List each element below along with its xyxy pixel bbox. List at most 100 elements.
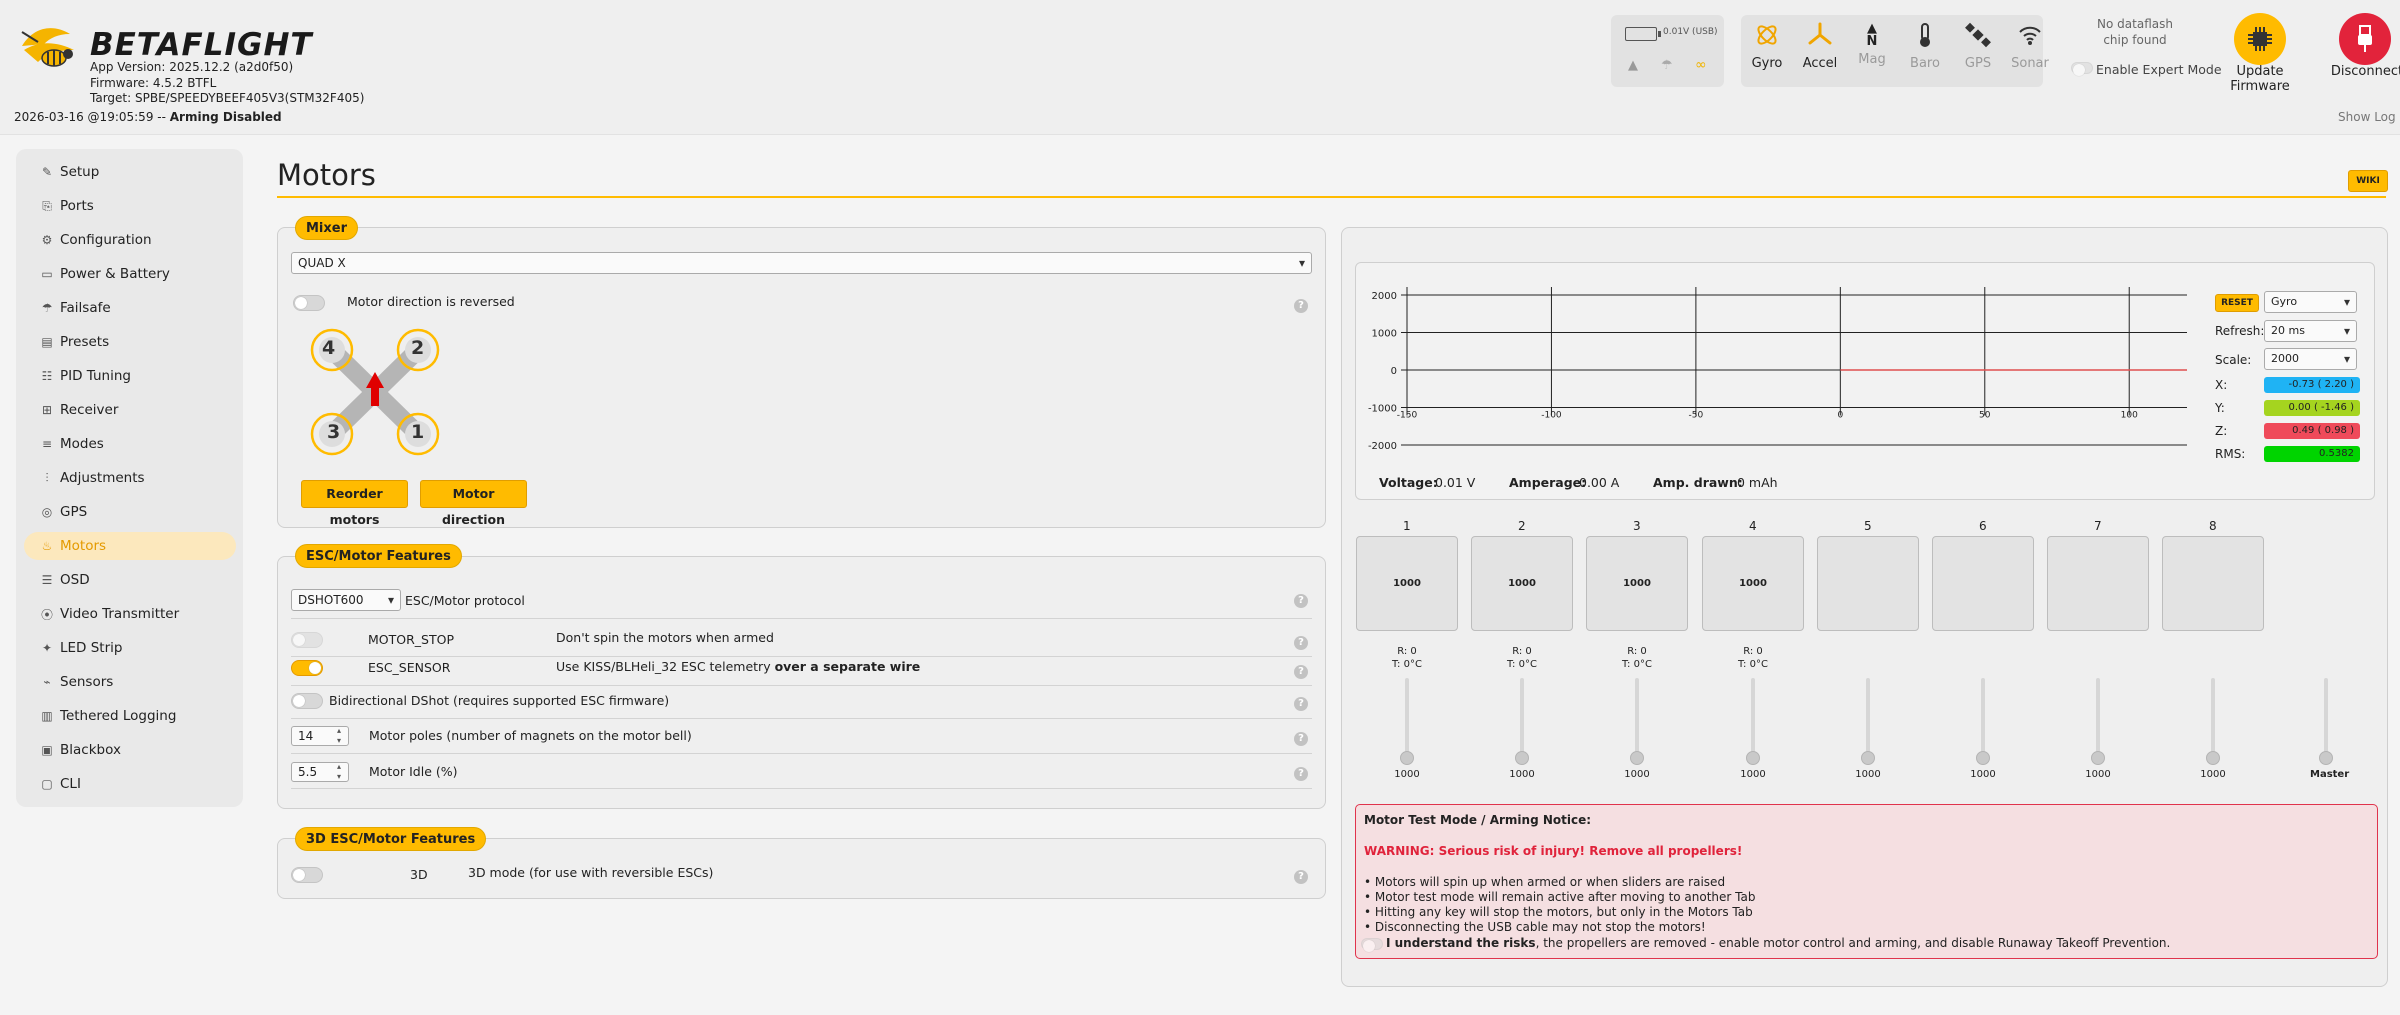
motor-slider-track[interactable] — [1635, 678, 1639, 758]
understand-risks-toggle[interactable] — [1361, 938, 1383, 952]
reorder-motors-button[interactable]: Reorder motors — [301, 480, 408, 527]
3d-mode-name: 3D — [410, 867, 428, 882]
help-icon[interactable]: ? — [1294, 665, 1308, 679]
sidebar-item-presets[interactable]: ▤ Presets — [24, 328, 236, 356]
failsafe-icon: ☂ — [1661, 58, 1673, 73]
sidebar-item-gps[interactable]: ◎ GPS — [24, 498, 236, 526]
help-icon[interactable]: ? — [1294, 636, 1308, 650]
help-icon[interactable]: ? — [1294, 594, 1308, 608]
scale-select[interactable]: 2000 — [2264, 348, 2357, 370]
sidebar-item-receiver[interactable]: ⊞ Receiver — [24, 396, 236, 424]
mixer-select[interactable]: QUAD X — [291, 252, 1312, 274]
refresh-label: Refresh: — [2215, 324, 2265, 338]
sensor-graph: 2000 1000 0 -1000 -2000 -150 -100 -50 0 50 100 — [1368, 287, 2187, 452]
sidebar-item-blackbox[interactable]: ▣ Blackbox — [24, 736, 236, 764]
sidebar-item-motors[interactable]: ♨ Motors — [24, 532, 236, 560]
bidirectional-dshot-toggle[interactable] — [291, 693, 323, 709]
motor-slider-knob[interactable] — [1515, 751, 1529, 765]
master-slider-knob[interactable] — [2319, 751, 2333, 765]
help-icon[interactable]: ? — [1294, 870, 1308, 884]
motor-rpm: R: 0 — [1743, 646, 1763, 657]
motor-slider-knob[interactable] — [2091, 751, 2105, 765]
row-divider — [291, 718, 1312, 719]
sidebar-item-adjustments[interactable]: ⫶ Adjustments — [24, 464, 236, 492]
sidebar-item-led-strip[interactable]: ✦ LED Strip — [24, 634, 236, 662]
esc-protocol-select[interactable]: DSHOT600 — [291, 589, 401, 611]
wifi-icon — [2019, 26, 2041, 45]
sidebar-item-osd[interactable]: ☰ OSD — [24, 566, 236, 594]
sensors-icon: ⌁ — [43, 675, 51, 689]
sidebar-item-label: OSD — [60, 572, 90, 588]
y-label: Y: — [2215, 401, 2225, 415]
y-tick-label: 2000 — [1372, 291, 1397, 302]
sidebar-item-configuration[interactable]: ⚙ Configuration — [24, 226, 236, 254]
motor-slider-track[interactable] — [1981, 678, 1985, 758]
motor-slider-track[interactable] — [2211, 678, 2215, 758]
x-tick-label: -150 — [1397, 411, 1418, 421]
motor-output-box — [2162, 536, 2264, 631]
motor-slider-value: 1000 — [1970, 769, 1996, 780]
master-slider-track[interactable] — [2324, 678, 2328, 758]
refresh-select[interactable]: 20 ms — [2264, 320, 2357, 342]
row-divider — [291, 753, 1312, 754]
motor-slider-track[interactable] — [1520, 678, 1524, 758]
help-icon[interactable]: ? — [1294, 697, 1308, 711]
sidebar-item-video-transmitter[interactable]: ⦿ Video Transmitter — [24, 600, 236, 628]
voltage-value: 0.01 V — [1435, 475, 1476, 490]
sidebar-item-cli[interactable]: ▢ CLI — [24, 770, 236, 798]
motor-slider-knob[interactable] — [1630, 751, 1644, 765]
motor-slider-track[interactable] — [1751, 678, 1755, 758]
sidebar-item-label: LED Strip — [60, 640, 123, 656]
motor-slider-knob[interactable] — [1861, 751, 1875, 765]
motor-number-label: 8 — [2209, 519, 2217, 533]
help-icon[interactable]: ? — [1294, 299, 1308, 313]
graph-reset-button[interactable]: RESET — [2215, 294, 2259, 312]
motor-direction-reversed-label: Motor direction is reversed — [347, 294, 515, 309]
sidebar-item-failsafe[interactable]: ☂ Failsafe — [24, 294, 236, 322]
warning-icon: ▲ — [1628, 58, 1638, 73]
blackbox-icon: ▣ — [41, 743, 53, 757]
3d-mode-toggle[interactable] — [291, 867, 323, 883]
motor-temp: T: 0°C — [1622, 659, 1652, 670]
x-tick-label: -50 — [1689, 411, 1704, 421]
sidebar-item-tethered-logging[interactable]: ▥ Tethered Logging — [24, 702, 236, 730]
sidebar-item-ports[interactable]: ⎘ Ports — [24, 192, 236, 220]
show-log-link[interactable]: Show Log — [2338, 110, 2396, 124]
esc-protocol-label: ESC/Motor protocol — [405, 593, 525, 608]
help-icon[interactable]: ? — [1294, 767, 1308, 781]
battery-icon: ▭ — [41, 267, 53, 281]
motor-poles-input[interactable]: 14 — [291, 726, 349, 746]
update-firmware-button[interactable] — [2234, 13, 2286, 65]
disconnect-button[interactable] — [2339, 13, 2391, 65]
motor-direction-button[interactable]: Motor direction — [420, 480, 527, 527]
motor-slider-track[interactable] — [1405, 678, 1409, 758]
esc-sensor-toggle[interactable] — [291, 660, 323, 676]
graph-source-select[interactable]: Gyro — [2264, 291, 2357, 313]
satellite-icon — [1965, 22, 1991, 48]
motor-slider-knob[interactable] — [1976, 751, 1990, 765]
expert-mode-toggle[interactable] — [2071, 62, 2093, 76]
z-value: 0.49 ( 0.98 ) — [2264, 423, 2360, 439]
motor-slider-knob[interactable] — [1400, 751, 1414, 765]
sidebar-item-modes[interactable]: ≡ Modes — [24, 430, 236, 458]
wiki-button[interactable]: WIKI — [2348, 170, 2388, 192]
wrench-icon: ✎ — [41, 165, 53, 179]
sidebar-item-pid-tuning[interactable]: ☷ PID Tuning — [24, 362, 236, 390]
sensor-baro-label: Baro — [1910, 56, 1940, 71]
sidebar-item-power-battery[interactable]: ▭ Power & Battery — [24, 260, 236, 288]
motor-direction-reversed-toggle[interactable] — [293, 295, 325, 311]
help-icon[interactable]: ? — [1294, 732, 1308, 746]
osd-icon: ☰ — [41, 573, 53, 587]
motor-slider-knob[interactable] — [1746, 751, 1760, 765]
motor-slider-track[interactable] — [1866, 678, 1870, 758]
motor-idle-input[interactable]: 5.5 — [291, 762, 349, 782]
modes-icon: ≡ — [41, 437, 53, 451]
motor-number-label: 6 — [1979, 519, 1987, 533]
sidebar-item-setup[interactable]: ✎ Setup — [24, 158, 236, 186]
motor-idle-label: Motor Idle (%) — [369, 764, 458, 779]
motor-slider-knob[interactable] — [2206, 751, 2220, 765]
motor-stop-toggle[interactable] — [291, 632, 323, 648]
sidebar-item-sensors[interactable]: ⌁ Sensors — [24, 668, 236, 696]
row-divider — [291, 656, 1312, 657]
motor-slider-track[interactable] — [2096, 678, 2100, 758]
